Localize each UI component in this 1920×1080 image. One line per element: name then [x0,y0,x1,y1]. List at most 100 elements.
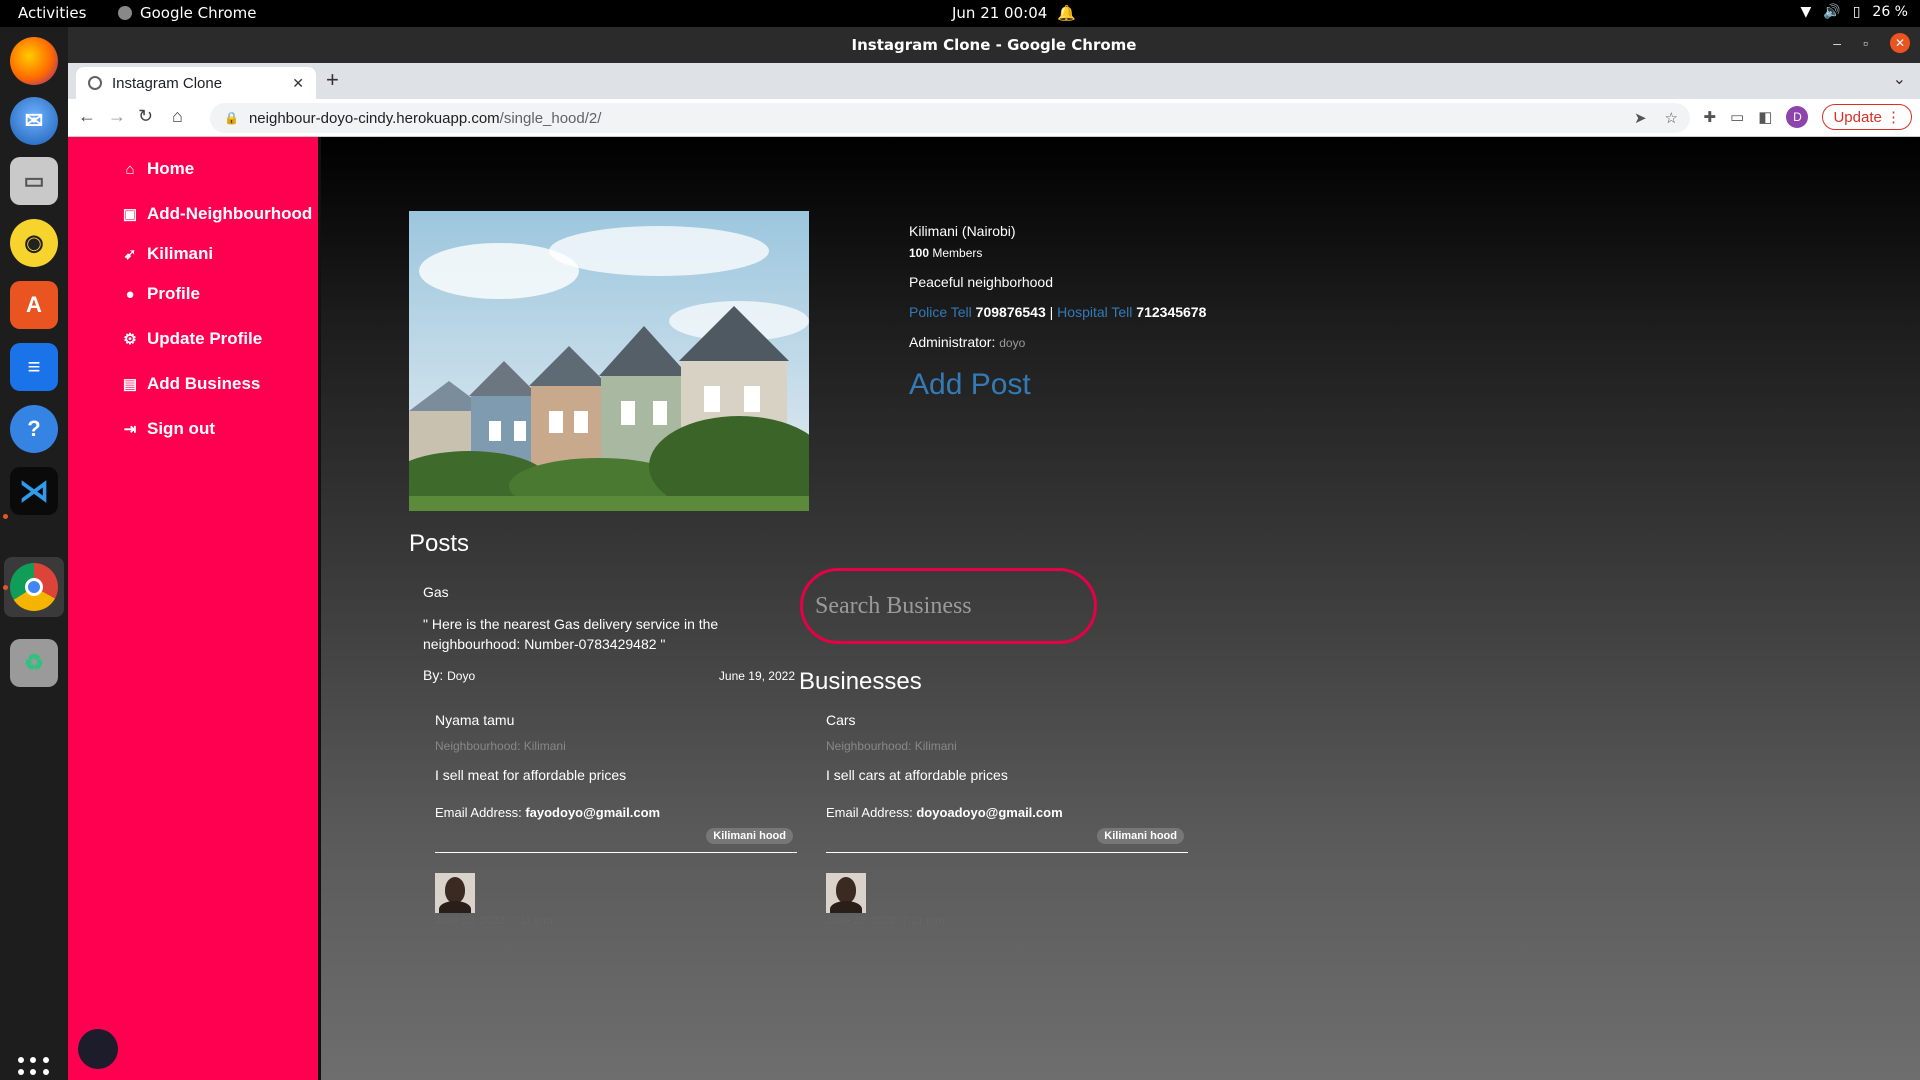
business-neighbourhood: Neighbourhood: Kilimani [435,739,566,753]
sidebar-item-add-neighbourhood[interactable]: ▣ Add-Neighbourhood [122,204,312,224]
address-bar[interactable]: 🔒 neighbour-doyo-cindy.herokuapp.com /si… [210,103,1690,133]
search-business-input[interactable] [800,568,1097,644]
globe-icon [88,76,102,90]
profile-avatar[interactable]: D [1786,106,1809,128]
bookmark-star-icon[interactable]: ☆ [1665,109,1678,127]
maximize-button[interactable]: ▫ [1863,35,1868,51]
business-name: Cars [826,712,856,728]
sidebar: ⌂ Home ▣ Add-Neighbourhood ➹ Kilimani ● … [68,137,318,1080]
firefox-icon[interactable] [10,37,58,85]
update-button[interactable]: Update ⋮ [1822,104,1912,130]
extensions-puzzle-icon[interactable]: ✚ [1704,108,1717,126]
police-label: Police Tell [909,304,972,320]
sidebar-item-label: Home [147,159,195,178]
members-count: 100 Members [909,246,1206,260]
rhythmbox-icon[interactable]: ◉ [10,219,58,267]
side-panel-icon[interactable]: ◧ [1758,108,1772,126]
app-menu[interactable]: Google Chrome [118,4,257,22]
owner-avatar [826,873,866,913]
business-description: I sell meat for affordable prices [435,767,627,783]
battery-percent: 26 % [1872,4,1908,20]
sidebar-item-label: Add-Neighbourhood [147,204,313,223]
briefcase-icon: ▤ [122,376,138,393]
divider [435,852,797,853]
page-viewport: ⌂ Home ▣ Add-Neighbourhood ➹ Kilimani ● … [68,137,1920,1080]
close-tab-icon[interactable]: ✕ [292,75,304,92]
hospital-label: Hospital Tell [1057,304,1133,320]
business-timestamp: June 20, 2022, 7:11 p.m. [435,915,556,927]
email-value[interactable]: fayodoyo@gmail.com [525,805,660,820]
business-card: Nyama tamu Neighbourhood: Kilimani I sel… [435,712,797,927]
sidebar-item-update-profile[interactable]: ⚙ Update Profile [122,329,262,349]
clock[interactable]: Jun 21 00:04 🔔 [952,4,1076,22]
sidebar-item-profile[interactable]: ● Profile [122,284,200,304]
email-value[interactable]: doyoadoyo@gmail.com [916,805,1062,820]
running-indicator [3,514,8,519]
chrome-small-icon [118,6,132,20]
forward-button[interactable]: → [108,106,126,127]
writer-icon[interactable]: ≡ [10,343,58,391]
neighbourhood-description: Peaceful neighborhood [909,274,1054,290]
home-button[interactable]: ⌂ [172,106,183,127]
wifi-icon: ▼ [1800,4,1812,20]
help-icon[interactable]: ? [10,405,58,453]
window-controls: – ▫ ✕ [1833,33,1910,53]
system-top-bar: Activities Google Chrome Jun 21 00:04 🔔 … [0,0,1920,27]
sidebar-item-add-business[interactable]: ▤ Add Business [122,374,260,394]
tab-search-chevron-icon[interactable]: ⌄ [1893,69,1906,89]
vscode-icon[interactable]: ⋊ [10,467,58,515]
admin-value: doyo [999,336,1026,350]
sidebar-item-home[interactable]: ⌂ Home [122,159,194,179]
business-timestamp: June 20, 2022, 7:21 p.m. [826,915,948,927]
browser-window: Instagram Clone - Google Chrome – ▫ ✕ In… [68,27,1920,1080]
trash-icon[interactable]: ♻ [10,639,58,687]
post-card: Gas " Here is the nearest Gas delivery s… [423,584,795,683]
lock-icon[interactable]: 🔒 [224,111,239,125]
software-center-icon[interactable]: A [10,281,58,329]
back-button[interactable]: ← [78,106,96,127]
hood-badge: Kilimani hood [706,828,793,844]
business-description: I sell cars at affordable prices [826,767,1008,783]
system-tray[interactable]: ▼ 🔊 ▯ 26 % [1800,4,1908,20]
administrator: Administrator: doyo [909,334,1206,350]
thunderbird-icon[interactable]: ✉ [10,97,58,145]
post-author: By: Doyo [423,667,475,683]
battery-icon: ▯ [1852,4,1861,20]
activities-button[interactable]: Activities [18,4,86,22]
app-name: Google Chrome [140,4,257,22]
author-name: Doyo [447,669,476,683]
new-tab-button[interactable]: + [326,67,339,93]
files-icon[interactable]: ▭ [10,157,58,205]
reload-button[interactable]: ↻ [138,106,153,127]
bell-icon: 🔔 [1057,4,1076,22]
add-post-link[interactable]: Add Post [909,368,1031,402]
minimize-button[interactable]: – [1833,35,1841,51]
show-apps-icon[interactable] [18,1057,50,1080]
post-date: June 19, 2022 [718,669,795,683]
chrome-icon[interactable] [10,563,58,611]
sidebar-item-label: Sign out [147,419,215,438]
business-email: Email Address: doyoadoyo@gmail.com [826,805,1188,820]
sidebar-item-label: Add Business [147,374,261,393]
sidebar-item-label: Update Profile [147,329,263,348]
cast-icon[interactable]: ▭ [1730,108,1744,126]
volume-icon: 🔊 [1823,4,1841,20]
close-window-button[interactable]: ✕ [1890,33,1910,53]
tab-instagram-clone[interactable]: Instagram Clone ✕ [76,67,316,99]
admin-label: Administrator: [909,334,996,350]
business-card: Cars Neighbourhood: Kilimani I sell cars… [826,712,1188,927]
sidebar-item-sign-out[interactable]: ⇥ Sign out [122,419,215,439]
sidebar-item-label: Profile [147,284,200,303]
paper-plane-icon: ➹ [123,246,137,263]
send-icon[interactable]: ➤ [1634,109,1647,127]
neighbourhood-info: Kilimani (Nairobi) 100 Members Peaceful … [909,223,1206,350]
floating-avatar[interactable] [78,1029,118,1069]
hood-badge: Kilimani hood [1097,828,1184,844]
hospital-number: 712345678 [1136,304,1207,320]
browser-toolbar: ← → ↻ ⌂ 🔒 neighbour-doyo-cindy.herokuapp… [68,99,1920,137]
sidebar-item-kilimani[interactable]: ➹ Kilimani [122,244,213,264]
tab-title: Instagram Clone [112,74,223,92]
police-number: 709876543 [975,304,1046,320]
email-label: Email Address: [435,805,522,820]
url-domain: neighbour-doyo-cindy.herokuapp.com [248,109,500,127]
